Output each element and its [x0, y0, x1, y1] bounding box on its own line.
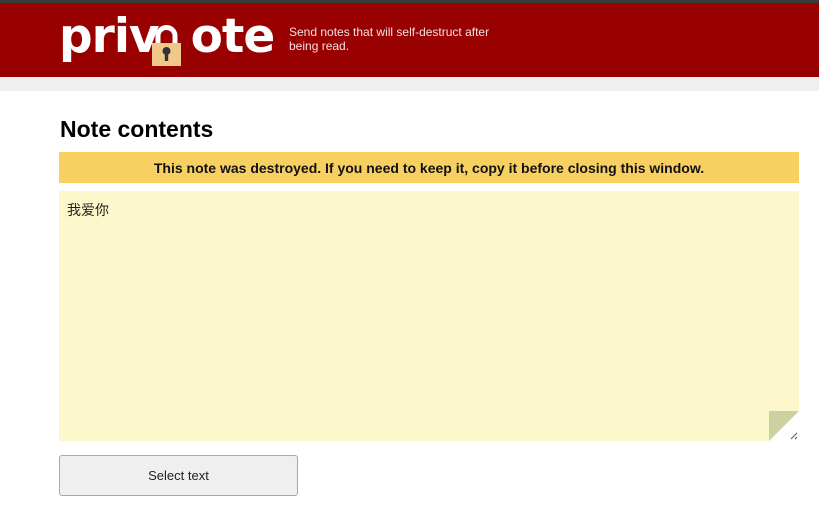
- page-title: Note contents: [60, 116, 214, 142]
- resize-handle-icon[interactable]: [769, 411, 799, 441]
- note-text: 我爱你: [67, 203, 109, 219]
- lock-icon: [152, 25, 181, 66]
- header-divider: [0, 77, 819, 91]
- select-text-button[interactable]: Select text: [59, 455, 298, 496]
- destroyed-warning: This note was destroyed. If you need to …: [59, 152, 799, 183]
- tagline: Send notes that will self-destruct after…: [289, 25, 490, 53]
- site-header: priv ote Send notes that will self-destru…: [0, 3, 819, 77]
- note-textarea[interactable]: 我爱你: [59, 191, 799, 441]
- privnote-logo[interactable]: priv ote: [59, 9, 275, 69]
